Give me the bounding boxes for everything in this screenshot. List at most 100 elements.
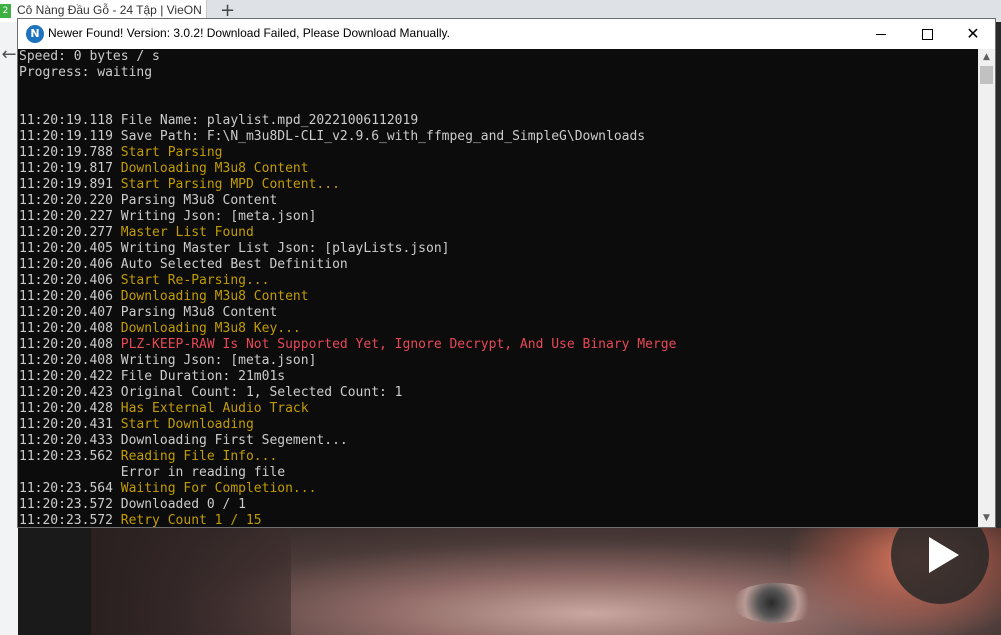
console-line: 11:20:20.431 Start Downloading [19, 417, 676, 433]
maximize-icon [921, 28, 933, 40]
console-line: 11:20:23.564 Waiting For Completion... [19, 481, 676, 497]
minimize-icon [876, 33, 886, 35]
log-message: Parsing M3u8 Content [120, 305, 278, 320]
log-message: Downloading M3u8 Key... [120, 321, 301, 336]
video-frame-shadow [91, 528, 291, 635]
log-timestamp: 11:20:19.119 [19, 129, 113, 144]
log-message: Parsing M3u8 Content [120, 193, 278, 208]
scroll-up-arrow-icon[interactable]: ▲ [978, 49, 995, 66]
browser-side-strip [0, 22, 18, 635]
log-message: Original Count: 1, Selected Count: 1 [120, 385, 403, 400]
log-timestamp: 11:20:23.572 [19, 513, 113, 527]
log-message: File Name: playlist.mpd_20221006112019 [120, 113, 419, 128]
log-message: Writing Json: [meta.json] [120, 209, 317, 224]
log-timestamp: 11:20:20.408 [19, 321, 113, 336]
log-message: Writing Json: [meta.json] [120, 353, 317, 368]
window-titlebar[interactable]: N Newer Found! Version: 3.0.2! Download … [18, 19, 995, 49]
console-line: 11:20:20.407 Parsing M3u8 Content [19, 305, 676, 321]
log-message: Retry Count 1 / 15 [120, 513, 262, 527]
console-line: 11:20:20.422 File Duration: 21m01s [19, 369, 676, 385]
console-line: 11:20:23.562 Reading File Info... [19, 449, 676, 465]
log-timestamp: 11:20:19.891 [19, 177, 113, 192]
console-line: 11:20:20.277 Master List Found [19, 225, 676, 241]
log-timestamp: 11:20:19.788 [19, 145, 113, 160]
log-timestamp: 11:20:19.118 [19, 113, 113, 128]
log-timestamp: 11:20:20.406 [19, 257, 113, 272]
log-message: Auto Selected Best Definition [120, 257, 348, 272]
app-logo-icon: N [26, 25, 44, 43]
log-timestamp: 11:20:20.423 [19, 385, 113, 400]
console-line: 11:20:20.408 Downloading M3u8 Key... [19, 321, 676, 337]
console-line: 11:20:20.433 Downloading First Segement.… [19, 433, 676, 449]
console-line: 11:20:19.788 Start Parsing [19, 145, 676, 161]
video-player[interactable] [91, 528, 1001, 635]
log-message: Start Re-Parsing... [120, 273, 270, 288]
console-line: 11:20:20.405 Writing Master List Json: [… [19, 241, 676, 257]
log-timestamp: 11:20:20.406 [19, 273, 113, 288]
log-message: Downloading First Segement... [120, 433, 348, 448]
log-message: Downloading M3u8 Content [120, 289, 309, 304]
log-message: Reading File Info... [120, 449, 278, 464]
window-title: Newer Found! Version: 3.0.2! Download Fa… [48, 26, 450, 40]
log-timestamp: 11:20:20.277 [19, 225, 113, 240]
console-line: 11:20:19.891 Start Parsing MPD Content..… [19, 177, 676, 193]
log-message: Waiting For Completion... [120, 481, 317, 496]
log-message: Progress: waiting [19, 65, 153, 80]
vertical-scrollbar[interactable]: ▲ ▼ [978, 49, 995, 527]
log-timestamp: 11:20:20.408 [19, 337, 113, 352]
console-output[interactable]: Speed: 0 bytes / s Progress: waiting 11:20… [18, 49, 978, 527]
log-timestamp: 11:20:20.220 [19, 193, 113, 208]
log-timestamp: 11:20:23.572 [19, 497, 113, 512]
video-frame-detail [731, 583, 821, 623]
log-message: Save Path: F:\N_m3u8DL-CLI_v2.9.6_with_f… [120, 129, 646, 144]
console-line: Speed: 0 bytes / s [19, 49, 676, 65]
console-line: 11:20:20.406 Start Re-Parsing... [19, 273, 676, 289]
console-line: 11:20:20.227 Writing Json: [meta.json] [19, 209, 676, 225]
console-window: N Newer Found! Version: 3.0.2! Download … [17, 18, 996, 528]
log-message: Error in reading file [19, 465, 286, 480]
log-timestamp: 11:20:20.408 [19, 353, 113, 368]
log-message: Writing Master List Json: [playLists.jso… [120, 241, 450, 256]
log-message: Master List Found [120, 225, 254, 240]
log-timestamp: 11:20:19.817 [19, 161, 113, 176]
log-message: Start Parsing [120, 145, 223, 160]
console-line: 11:20:23.572 Retry Count 1 / 15 [19, 513, 676, 527]
log-message: Start Downloading [120, 417, 254, 432]
console-line: 11:20:19.119 Save Path: F:\N_m3u8DL-CLI_… [19, 129, 676, 145]
console-line: 11:20:23.572 Downloaded 0 / 1 [19, 497, 676, 513]
minimize-button[interactable] [858, 19, 904, 49]
console-line: 11:20:20.428 Has External Audio Track [19, 401, 676, 417]
close-icon: ✕ [966, 24, 980, 43]
console-line: 11:20:20.423 Original Count: 1, Selected… [19, 385, 676, 401]
console-log-list: Speed: 0 bytes / s Progress: waiting 11:20… [19, 49, 676, 527]
console-line: 11:20:20.406 Downloading M3u8 Content [19, 289, 676, 305]
log-message: Downloading M3u8 Content [120, 161, 309, 176]
log-message: PLZ-KEEP-RAW Is Not Supported Yet, Ignor… [120, 337, 677, 352]
log-timestamp: 11:20:23.562 [19, 449, 113, 464]
log-message: File Duration: 21m01s [120, 369, 286, 384]
log-timestamp: 11:20:23.564 [19, 481, 113, 496]
log-timestamp: 11:20:20.405 [19, 241, 113, 256]
console-line: 11:20:20.406 Auto Selected Best Definiti… [19, 257, 676, 273]
close-button[interactable]: ✕ [950, 19, 996, 49]
log-timestamp: 11:20:20.422 [19, 369, 113, 384]
log-message: Downloaded 0 / 1 [120, 497, 246, 512]
back-arrow-icon[interactable]: ← [0, 40, 18, 70]
browser-tab-title: Cô Nàng Đầu Gỗ - 24 Tập | VieON [17, 3, 202, 17]
console-line: Progress: waiting [19, 65, 676, 81]
scrollbar-thumb[interactable] [980, 66, 993, 84]
console-line: 11:20:20.220 Parsing M3u8 Content [19, 193, 676, 209]
log-timestamp: 11:20:20.406 [19, 289, 113, 304]
log-timestamp: 11:20:20.227 [19, 209, 113, 224]
log-message: Has External Audio Track [120, 401, 309, 416]
log-timestamp: 11:20:20.433 [19, 433, 113, 448]
log-message: Speed: 0 bytes / s [19, 49, 160, 64]
scroll-down-arrow-icon[interactable]: ▼ [978, 510, 995, 527]
log-message: Start Parsing MPD Content... [120, 177, 340, 192]
site-favicon-icon: 2 [0, 4, 11, 18]
console-line: 11:20:20.408 Writing Json: [meta.json] [19, 353, 676, 369]
log-timestamp: 11:20:20.407 [19, 305, 113, 320]
maximize-button[interactable] [904, 19, 950, 49]
